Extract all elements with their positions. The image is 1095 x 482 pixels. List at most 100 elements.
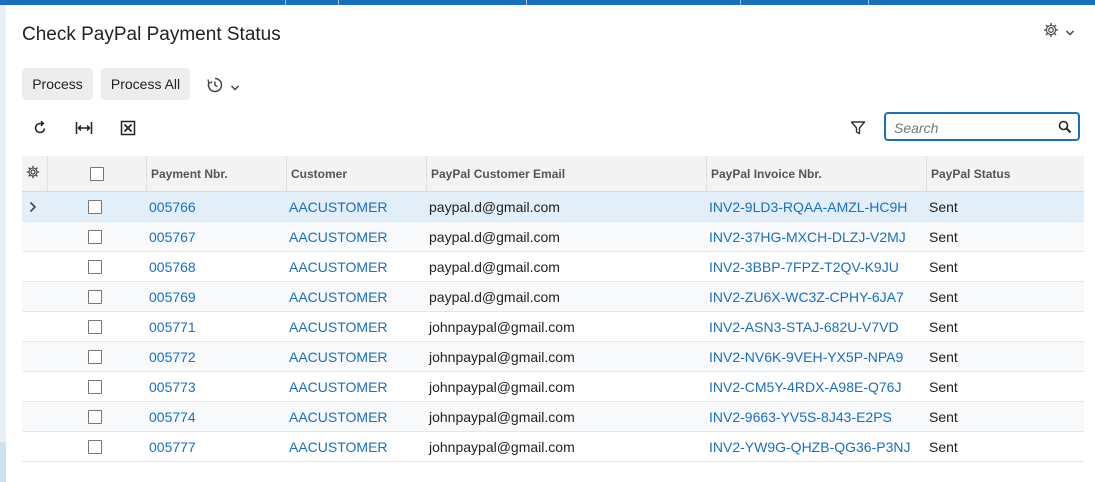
customer-link[interactable]: AACUSTOMER	[289, 222, 388, 251]
grid-header: Payment Nbr. Customer PayPal Customer Em…	[22, 156, 1084, 192]
select-all-checkbox-cell[interactable]	[47, 156, 146, 191]
email-cell: paypal.d@gmail.com	[429, 288, 560, 305]
status-cell: Sent	[929, 228, 958, 245]
refresh-icon[interactable]	[31, 119, 49, 137]
status-cell: Sent	[929, 408, 958, 425]
email-cell: johnpaypal@gmail.com	[429, 378, 575, 395]
filter-icon[interactable]	[850, 120, 866, 141]
payment-nbr-link[interactable]: 005768	[149, 252, 196, 281]
status-cell: Sent	[929, 258, 958, 275]
row-selector-chevron-icon	[28, 192, 38, 221]
column-header-invoice-nbr[interactable]: PayPal Invoice Nbr.	[706, 156, 926, 191]
payment-nbr-link[interactable]: 005771	[149, 312, 196, 341]
fit-columns-icon[interactable]	[75, 119, 93, 137]
customer-link[interactable]: AACUSTOMER	[289, 342, 388, 371]
schedule-menu-button[interactable]	[206, 76, 240, 99]
status-cell: Sent	[929, 438, 958, 455]
row-checkbox-cell[interactable]	[88, 282, 102, 311]
process-all-button[interactable]: Process All	[101, 68, 190, 100]
row-checkbox[interactable]	[88, 379, 102, 394]
table-row[interactable]: 005777 AACUSTOMER johnpaypal@gmail.com INV2…	[22, 432, 1084, 462]
row-checkbox[interactable]	[88, 229, 102, 244]
email-cell: paypal.d@gmail.com	[429, 228, 560, 245]
customer-link[interactable]: AACUSTOMER	[289, 252, 388, 281]
schedule-icon	[206, 76, 224, 99]
email-cell: johnpaypal@gmail.com	[429, 438, 575, 455]
process-button[interactable]: Process	[22, 68, 93, 100]
customer-link[interactable]: AACUSTOMER	[289, 372, 388, 401]
table-row[interactable]: 005773 AACUSTOMER johnpaypal@gmail.com INV2…	[22, 372, 1084, 402]
status-cell: Sent	[929, 288, 958, 305]
email-cell: paypal.d@gmail.com	[429, 258, 560, 275]
row-checkbox[interactable]	[88, 349, 102, 364]
top-nav-bar	[0, 0, 1095, 5]
status-cell: Sent	[929, 198, 958, 215]
search-box[interactable]	[884, 112, 1080, 141]
payment-nbr-link[interactable]: 005766	[149, 192, 196, 221]
payment-nbr-link[interactable]: 005777	[149, 432, 196, 461]
column-header-payment-nbr[interactable]: Payment Nbr.	[146, 156, 286, 191]
table-row[interactable]: 005767 AACUSTOMER paypal.d@gmail.com INV2-3…	[22, 222, 1084, 252]
customer-link[interactable]: AACUSTOMER	[289, 312, 388, 341]
column-header-status[interactable]: PayPal Status	[926, 156, 1084, 191]
email-cell: johnpaypal@gmail.com	[429, 348, 575, 365]
invoice-nbr-link[interactable]: INV2-9663-YV5S-8J43-E2PS	[709, 402, 892, 431]
row-checkbox[interactable]	[88, 289, 102, 304]
chevron-down-icon	[230, 79, 240, 97]
table-row[interactable]: 005772 AACUSTOMER johnpaypal@gmail.com INV2…	[22, 342, 1084, 372]
row-checkbox-cell[interactable]	[88, 222, 102, 251]
customer-link[interactable]: AACUSTOMER	[289, 282, 388, 311]
column-settings-button[interactable]	[22, 156, 46, 191]
row-checkbox-cell[interactable]	[88, 252, 102, 281]
invoice-nbr-link[interactable]: INV2-CM5Y-4RDX-A98E-Q76J	[709, 372, 901, 401]
payment-nbr-link[interactable]: 005772	[149, 342, 196, 371]
gear-icon	[1043, 22, 1059, 43]
page-settings-button[interactable]	[1043, 22, 1075, 43]
row-checkbox-cell[interactable]	[88, 432, 102, 461]
row-checkbox[interactable]	[88, 319, 102, 334]
row-checkbox-cell[interactable]	[88, 342, 102, 371]
payments-grid: Payment Nbr. Customer PayPal Customer Em…	[22, 156, 1084, 462]
customer-link[interactable]: AACUSTOMER	[289, 432, 388, 461]
column-header-customer[interactable]: Customer	[286, 156, 426, 191]
payment-nbr-link[interactable]: 005773	[149, 372, 196, 401]
excel-export-icon[interactable]	[119, 119, 137, 137]
table-row[interactable]: 005774 AACUSTOMER johnpaypal@gmail.com INV2…	[22, 402, 1084, 432]
grid-body: 005766 AACUSTOMER paypal.d@gmail.com INV2-9…	[22, 192, 1084, 462]
row-checkbox[interactable]	[88, 409, 102, 424]
search-input[interactable]	[892, 119, 1056, 137]
column-header-email[interactable]: PayPal Customer Email	[426, 156, 706, 191]
search-icon[interactable]	[1058, 120, 1072, 139]
payment-nbr-link[interactable]: 005767	[149, 222, 196, 251]
left-edge-panel	[0, 5, 6, 482]
invoice-nbr-link[interactable]: INV2-ZU6X-WC3Z-CPHY-6JA7	[709, 282, 904, 311]
invoice-nbr-link[interactable]: INV2-37HG-MXCH-DLZJ-V2MJ	[709, 222, 906, 251]
invoice-nbr-link[interactable]: INV2-9LD3-RQAA-AMZL-HC9H	[709, 192, 907, 221]
table-row[interactable]: 005771 AACUSTOMER johnpaypal@gmail.com INV2…	[22, 312, 1084, 342]
select-all-checkbox[interactable]	[90, 166, 104, 181]
table-row[interactable]: 005766 AACUSTOMER paypal.d@gmail.com INV2-9…	[22, 192, 1084, 222]
email-cell: paypal.d@gmail.com	[429, 198, 560, 215]
row-checkbox[interactable]	[88, 439, 102, 454]
row-checkbox-cell[interactable]	[88, 402, 102, 431]
invoice-nbr-link[interactable]: INV2-3BBP-7FPZ-T2QV-K9JU	[709, 252, 899, 281]
table-row[interactable]: 005768 AACUSTOMER paypal.d@gmail.com INV2-3…	[22, 252, 1084, 282]
row-checkbox-cell[interactable]	[88, 192, 102, 221]
page-title: Check PayPal Payment Status	[22, 24, 281, 45]
status-cell: Sent	[929, 378, 958, 395]
row-checkbox-cell[interactable]	[88, 312, 102, 341]
payment-nbr-link[interactable]: 005774	[149, 402, 196, 431]
row-checkbox[interactable]	[88, 199, 102, 214]
table-row[interactable]: 005769 AACUSTOMER paypal.d@gmail.com INV2-Z…	[22, 282, 1084, 312]
status-cell: Sent	[929, 318, 958, 335]
gear-icon	[26, 165, 40, 182]
row-checkbox-cell[interactable]	[88, 372, 102, 401]
row-checkbox[interactable]	[88, 259, 102, 274]
invoice-nbr-link[interactable]: INV2-YW9G-QHZB-QG36-P3NJ	[709, 432, 910, 461]
email-cell: johnpaypal@gmail.com	[429, 408, 575, 425]
customer-link[interactable]: AACUSTOMER	[289, 192, 388, 221]
invoice-nbr-link[interactable]: INV2-ASN3-STAJ-682U-V7VD	[709, 312, 899, 341]
payment-nbr-link[interactable]: 005769	[149, 282, 196, 311]
invoice-nbr-link[interactable]: INV2-NV6K-9VEH-YX5P-NPA9	[709, 342, 903, 371]
customer-link[interactable]: AACUSTOMER	[289, 402, 388, 431]
